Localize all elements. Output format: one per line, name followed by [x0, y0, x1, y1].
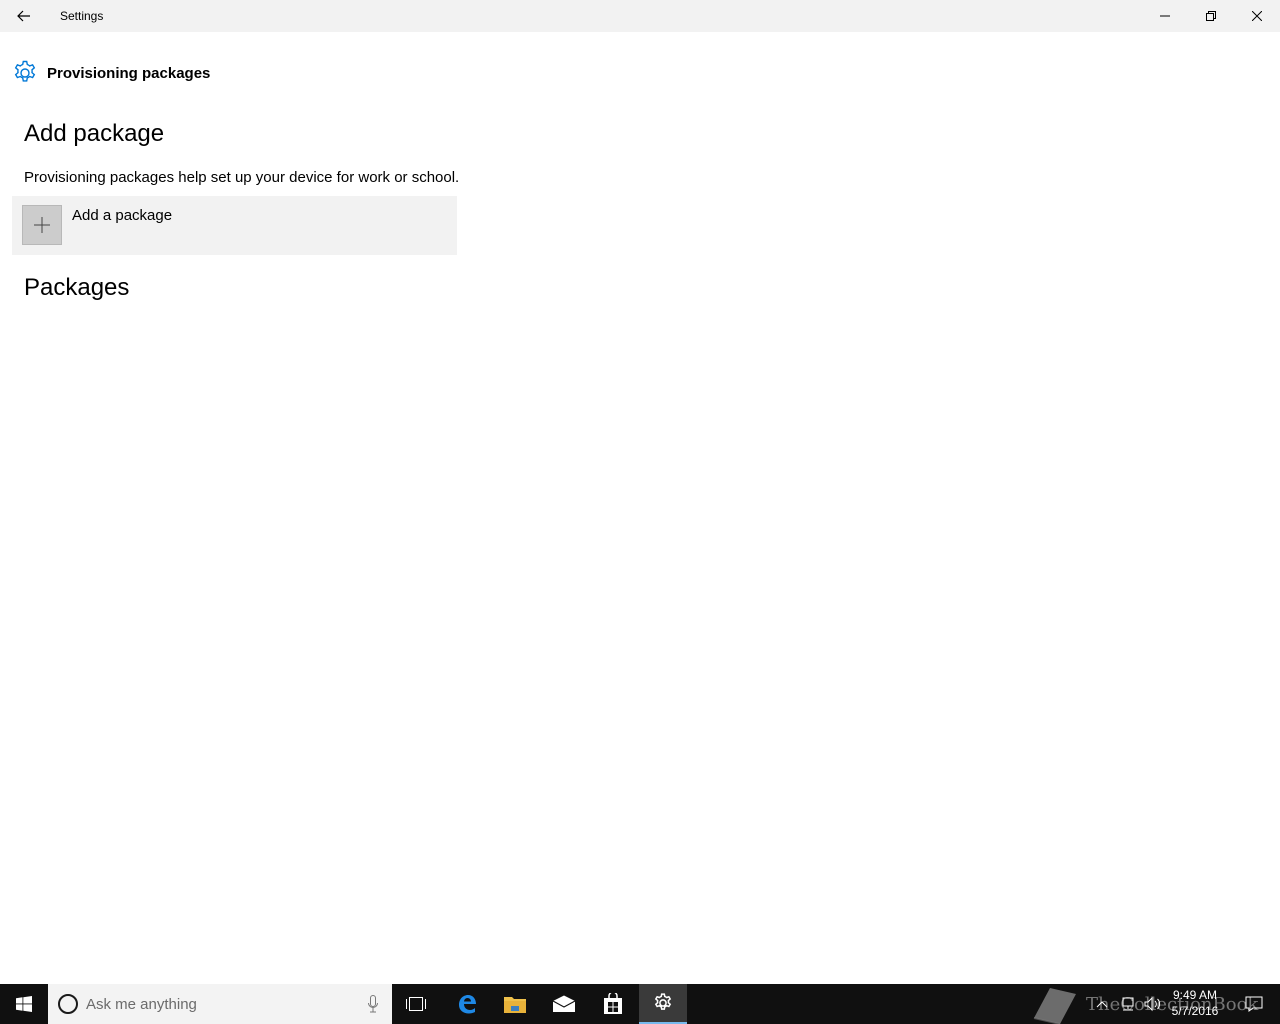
gear-icon	[14, 60, 36, 82]
edge-icon	[459, 995, 476, 1014]
page-title: Provisioning packages	[47, 64, 211, 82]
taskbar: Ask me anything TheCollectionBook 9:49 A…	[0, 984, 1280, 1024]
edge-button[interactable]	[443, 984, 491, 1024]
restore-icon	[1206, 11, 1216, 21]
minimize-button[interactable]	[1142, 0, 1188, 32]
start-button[interactable]	[0, 984, 48, 1024]
add-package-button[interactable]: Add a package	[12, 196, 457, 255]
mail-button[interactable]	[540, 984, 588, 1024]
search-placeholder: Ask me anything	[86, 995, 197, 1013]
clock[interactable]: 9:49 AM 5/7/2016	[1162, 987, 1228, 1019]
search-box[interactable]: Ask me anything	[48, 984, 392, 1024]
plus-icon	[22, 205, 62, 245]
packages-heading: Packages	[24, 274, 130, 301]
close-icon	[1252, 11, 1262, 21]
settings-icon	[654, 993, 672, 1010]
clock-time: 9:49 AM	[1172, 988, 1218, 1002]
restore-button[interactable]	[1188, 0, 1234, 32]
back-arrow-icon	[17, 10, 30, 22]
volume-icon[interactable]	[1144, 996, 1162, 1012]
close-button[interactable]	[1234, 0, 1280, 32]
system-tray	[1096, 984, 1162, 1024]
add-package-heading: Add package	[24, 120, 165, 147]
task-view-icon	[406, 997, 426, 1011]
window-controls	[1142, 0, 1280, 32]
book-icon	[1033, 988, 1076, 1024]
window-title: Settings	[60, 9, 104, 23]
notification-icon	[1245, 996, 1263, 1012]
microphone-icon[interactable]	[368, 995, 378, 1013]
add-package-label: Add a package	[72, 207, 173, 224]
add-package-description: Provisioning packages help set up your d…	[24, 169, 460, 186]
settings-content: Provisioning packages Add package Provis…	[0, 32, 1280, 984]
settings-taskbar-button[interactable]	[639, 984, 687, 1024]
file-explorer-icon	[504, 997, 526, 1013]
back-button[interactable]	[0, 0, 48, 32]
windows-logo-icon	[16, 996, 32, 1012]
store-button[interactable]	[589, 984, 637, 1024]
action-center-button[interactable]	[1230, 984, 1278, 1024]
network-icon[interactable]	[1120, 996, 1136, 1012]
file-explorer-button[interactable]	[491, 984, 539, 1024]
title-bar: Settings	[0, 0, 1280, 32]
chevron-up-icon[interactable]	[1096, 1000, 1108, 1008]
clock-date: 5/7/2016	[1171, 1004, 1219, 1018]
mail-icon	[552, 995, 576, 1012]
minimize-icon	[1160, 15, 1170, 17]
cortana-icon	[58, 994, 78, 1014]
page-header: Provisioning packages	[12, 60, 210, 86]
task-view-button[interactable]	[392, 984, 440, 1024]
store-icon	[604, 993, 622, 1014]
